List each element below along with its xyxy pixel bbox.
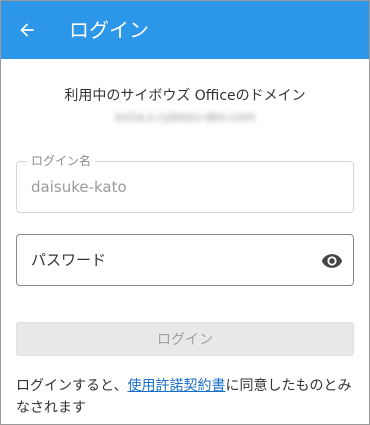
license-agreement-link[interactable]: 使用許諾契約書 [127,378,225,394]
terms-prefix: ログインすると、 [16,378,128,394]
eye-icon [321,254,343,268]
username-field[interactable]: ログイン名 [16,153,354,213]
login-screen: ログイン 利用中のサイボウズ Officeのドメイン xx1a.s.cybozu… [0,0,370,425]
toggle-password-visibility-button[interactable] [319,248,345,274]
domain-label: 利用中のサイボウズ Officeのドメイン [64,88,306,104]
password-input[interactable] [31,235,321,285]
app-bar: ログイン [1,1,369,59]
terms-notice: ログインすると、使用許諾契約書に同意したものとみなされます [16,375,356,419]
domain-value: xx1a.s.cybozu-dev.com [114,110,256,124]
login-button[interactable]: ログイン [16,322,354,356]
arrow-left-icon [20,23,34,37]
page-title: ログイン [69,18,149,42]
username-input[interactable] [31,162,321,212]
password-field[interactable] [16,234,354,286]
back-button[interactable] [13,16,41,44]
